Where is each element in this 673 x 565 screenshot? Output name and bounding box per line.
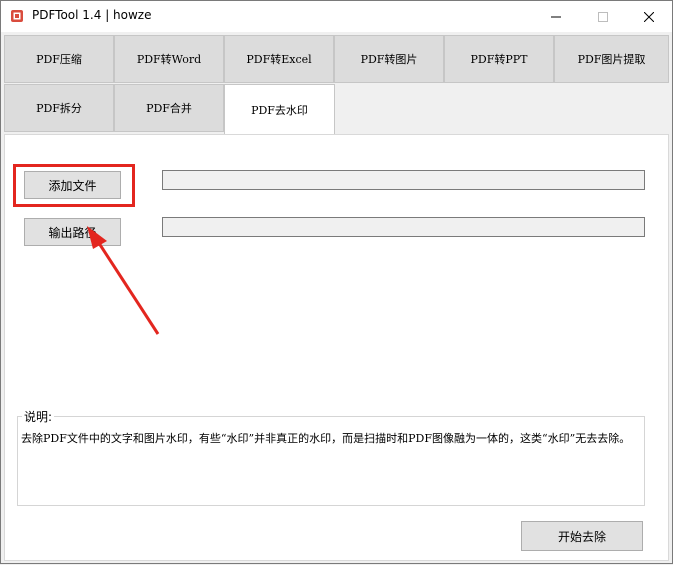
description-label: 说明: (22, 408, 55, 425)
tab-pdf-remove-watermark[interactable]: PDF去水印 (224, 84, 335, 134)
output-path-field[interactable] (162, 217, 645, 237)
tab-strip: PDF压缩 PDF转Word PDF转Excel PDF转图片 PDF转PPT … (4, 35, 669, 134)
tab-pdf-split[interactable]: PDF拆分 (4, 84, 114, 132)
tab-pdf-to-excel[interactable]: PDF转Excel (224, 35, 334, 83)
close-icon (644, 11, 654, 22)
highlight-box (13, 164, 135, 207)
tab-pdf-merge[interactable]: PDF合并 (114, 84, 224, 132)
tab-pdf-compress[interactable]: PDF压缩 (4, 35, 114, 83)
title-bar[interactable]: PDFTool 1.4 | howze (1, 1, 672, 32)
tab-pdf-to-word[interactable]: PDF转Word (114, 35, 224, 83)
start-remove-button[interactable]: 开始去除 (521, 521, 643, 551)
add-file-field[interactable] (162, 170, 645, 190)
description-box (17, 416, 645, 506)
maximize-button[interactable] (580, 1, 626, 32)
minimize-icon (551, 16, 561, 17)
app-window: PDFTool 1.4 | howze PDF压缩 PDF转Word PDF转E… (0, 0, 673, 564)
close-button[interactable] (626, 1, 672, 32)
output-path-button[interactable]: 输出路径 (24, 218, 121, 246)
maximize-icon (598, 11, 608, 22)
description-text: 去除PDF文件中的文字和图片水印，有些“水印”并非真正的水印，而是扫描时和PDF… (21, 432, 631, 445)
window-title: PDFTool 1.4 | howze (32, 8, 152, 22)
tab-pdf-to-image[interactable]: PDF转图片 (334, 35, 444, 83)
app-icon (11, 10, 23, 22)
tab-pdf-to-ppt[interactable]: PDF转PPT (444, 35, 554, 83)
tab-pdf-image-extract[interactable]: PDF图片提取 (554, 35, 669, 83)
minimize-button[interactable] (533, 1, 579, 32)
